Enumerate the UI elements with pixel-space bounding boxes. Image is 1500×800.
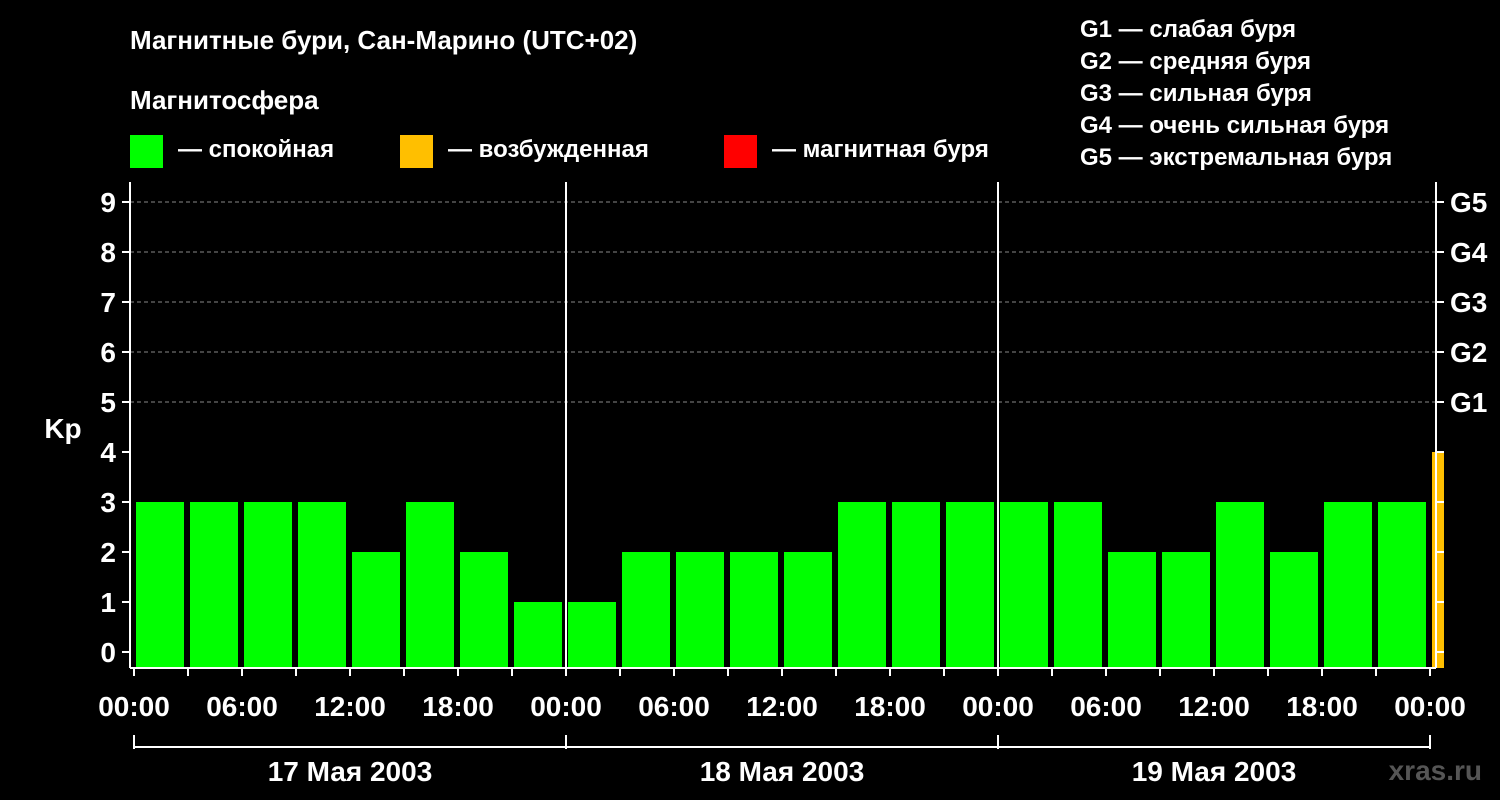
y-tick-label-4: 4	[100, 437, 116, 468]
bar-10	[676, 552, 724, 668]
bar-22	[1324, 502, 1372, 668]
g-tick-label-g1: G1	[1450, 387, 1487, 418]
g-tick-label-g3: G3	[1450, 287, 1487, 318]
x-tick-label-12: 00:00	[1394, 691, 1466, 722]
x-tick-label-11: 18:00	[1286, 691, 1358, 722]
kp-chart: Магнитные бури, Сан-Марино (UTC+02) Магн…	[44, 16, 1488, 787]
x-tick-label-0: 00:00	[98, 691, 170, 722]
g-scale-g4: G4 — очень сильная буря	[1080, 112, 1389, 139]
x-tick-label-6: 12:00	[746, 691, 818, 722]
bar-4	[352, 552, 400, 668]
bars	[136, 452, 1444, 668]
x-tick-label-5: 06:00	[638, 691, 710, 722]
x-tick-label-10: 12:00	[1178, 691, 1250, 722]
g-scale-g5: G5 — экстремальная буря	[1080, 144, 1392, 171]
day-label-1: 18 Мая 2003	[700, 756, 865, 787]
g-tick-label-g2: G2	[1450, 337, 1487, 368]
chart-title: Магнитные бури, Сан-Марино (UTC+02)	[130, 25, 637, 55]
bar-3	[298, 502, 346, 668]
y-tick-label-6: 6	[100, 337, 116, 368]
g-tick-label-g4: G4	[1450, 237, 1488, 268]
y-tick-label-0: 0	[100, 637, 116, 668]
bar-5	[406, 502, 454, 668]
bar-23	[1378, 502, 1426, 668]
bar-19	[1162, 552, 1210, 668]
bar-12	[784, 552, 832, 668]
day-labels: 17 Мая 2003 18 Мая 2003 19 Мая 2003	[268, 756, 1297, 787]
bar-2	[244, 502, 292, 668]
bar-1	[190, 502, 238, 668]
bar-21	[1270, 552, 1318, 668]
bar-24	[1432, 452, 1444, 668]
legend-swatch-active	[400, 135, 433, 168]
y-tick-label-2: 2	[100, 537, 116, 568]
bar-8	[568, 602, 616, 668]
y-axis-label: Kp	[44, 413, 81, 444]
x-tick-label-3: 18:00	[422, 691, 494, 722]
bar-15	[946, 502, 994, 668]
g-scale-g1: G1 — слабая буря	[1080, 16, 1296, 43]
chart-subtitle: Магнитосфера	[130, 85, 319, 115]
g-tick-label-g5: G5	[1450, 187, 1487, 218]
bar-13	[838, 502, 886, 668]
legend-label-quiet: — спокойная	[178, 136, 334, 163]
legend-label-storm: — магнитная буря	[772, 136, 989, 163]
g-scale-g3: G3 — сильная буря	[1080, 80, 1312, 107]
g-scale-g2: G2 — средняя буря	[1080, 48, 1311, 75]
bar-11	[730, 552, 778, 668]
bar-16	[1000, 502, 1048, 668]
day-label-2: 19 Мая 2003	[1132, 756, 1297, 787]
legend-swatch-storm	[724, 135, 757, 168]
x-tick-label-2: 12:00	[314, 691, 386, 722]
y-tick-label-5: 5	[100, 387, 116, 418]
x-tick-label-1: 06:00	[206, 691, 278, 722]
bar-18	[1108, 552, 1156, 668]
x-tick-label-9: 06:00	[1070, 691, 1142, 722]
x-tick-label-7: 18:00	[854, 691, 926, 722]
bar-20	[1216, 502, 1264, 668]
bar-17	[1054, 502, 1102, 668]
bar-7	[514, 602, 562, 668]
bar-9	[622, 552, 670, 668]
bar-6	[460, 552, 508, 668]
x-tick-label-4: 00:00	[530, 691, 602, 722]
legend-label-active: — возбужденная	[448, 136, 649, 163]
bar-14	[892, 502, 940, 668]
watermark: xras.ru	[1389, 755, 1482, 786]
y-tick-label-7: 7	[100, 287, 116, 318]
day-label-0: 17 Мая 2003	[268, 756, 433, 787]
y-tick-label-3: 3	[100, 487, 116, 518]
x-tick-label-8: 00:00	[962, 691, 1034, 722]
bar-0	[136, 502, 184, 668]
y-tick-label-9: 9	[100, 187, 116, 218]
y-tick-label-1: 1	[100, 587, 116, 618]
legend-swatch-quiet	[130, 135, 163, 168]
y-tick-label-8: 8	[100, 237, 116, 268]
